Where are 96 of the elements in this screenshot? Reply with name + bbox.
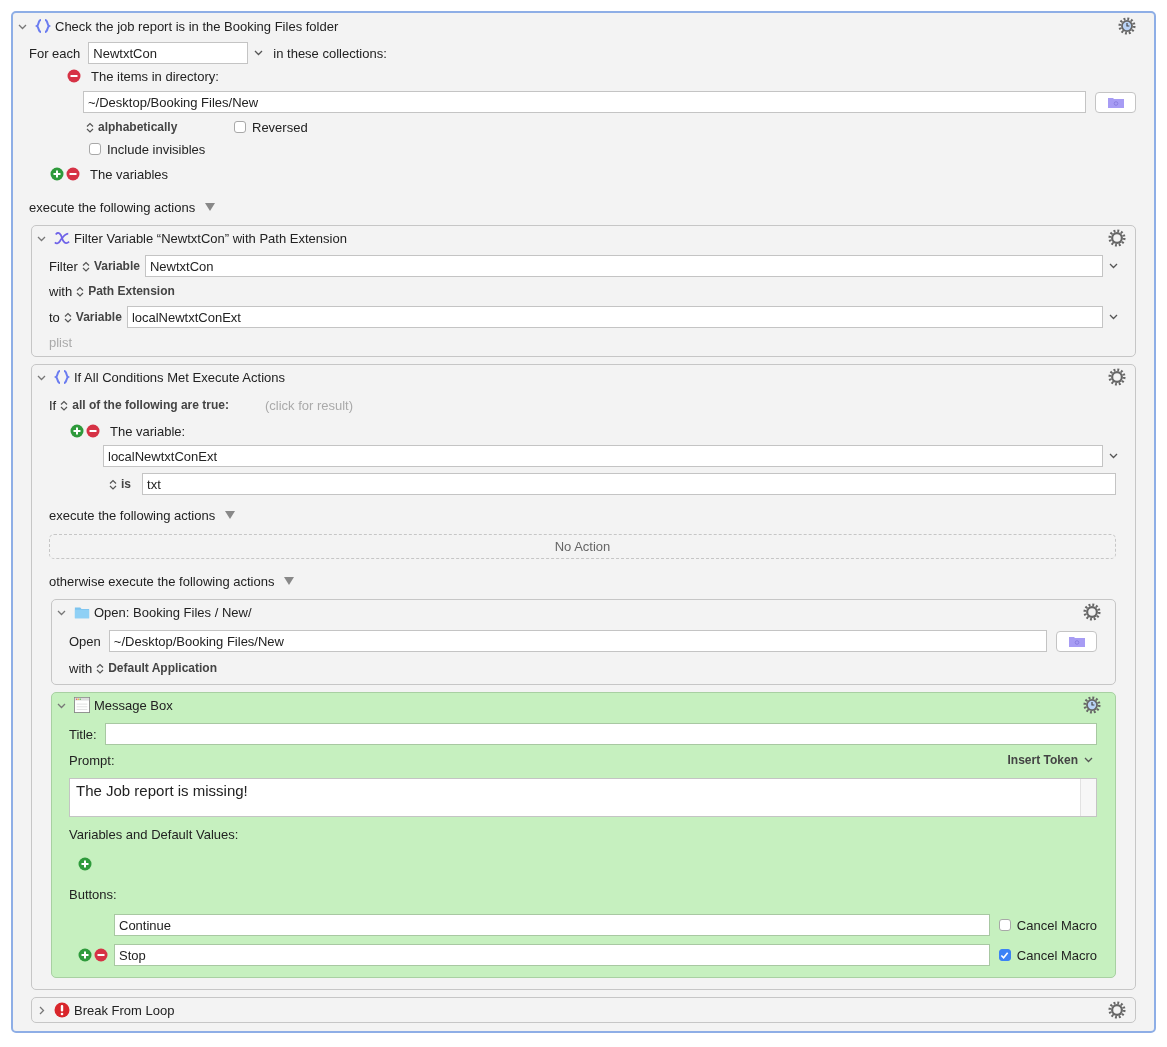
window-icon <box>74 697 90 713</box>
settings-gear-icon[interactable] <box>1108 1001 1126 1019</box>
action-panel[interactable]: Message Box Title: Prompt: Insert Token The Job report is missing! Variables and Default Values: Buttons: Continue Cancel Macro Stop Cancel Macro <box>51 692 1116 978</box>
action-panel[interactable]: Filter Variable “NewtxtCon” with Path Extension Filter Variable NewtxtCon with Path Extension to Variable localNewtxtConExt plist <box>31 225 1136 357</box>
settings-gear-icon[interactable] <box>1108 368 1126 386</box>
add-icon[interactable] <box>70 424 84 438</box>
insert-token-button[interactable]: Insert Token <box>1007 753 1078 767</box>
target-type-popup[interactable]: Variable <box>75 310 122 324</box>
variable-field[interactable]: NewtxtCon <box>144 255 1103 277</box>
field-label: with <box>69 660 93 676</box>
action-panel[interactable]: Open: Booking Files / New/ Open ~/Desktop/Booking Files/New with Default Application <box>51 599 1116 685</box>
stepper-icon[interactable] <box>81 260 90 272</box>
stepper-icon[interactable] <box>86 121 94 133</box>
disclosure-triangle-icon[interactable] <box>284 577 295 585</box>
checkbox-label: Cancel Macro <box>1016 947 1097 963</box>
action-panel[interactable]: Break From Loop <box>31 997 1136 1023</box>
variable-x-icon <box>54 230 70 246</box>
braces-icon <box>54 369 70 385</box>
remove-icon[interactable] <box>67 69 81 83</box>
add-icon[interactable] <box>78 948 92 962</box>
field-label: in these collections: <box>273 45 387 61</box>
path-field[interactable]: ~/Desktop/Booking Files/New <box>83 91 1086 113</box>
add-icon[interactable] <box>78 857 92 871</box>
choose-folder-button[interactable] <box>1056 630 1097 652</box>
checkbox-label: Reversed <box>252 119 308 135</box>
add-icon[interactable] <box>50 167 64 181</box>
operator-popup[interactable]: is <box>121 477 131 491</box>
dropdown-chevron-icon[interactable] <box>1084 757 1093 763</box>
remove-icon[interactable] <box>94 948 108 962</box>
action-title: If All Conditions Met Execute Actions <box>74 369 285 385</box>
timer-gear-icon[interactable] <box>1083 696 1101 714</box>
braces-icon <box>35 18 51 34</box>
field-label: Open <box>69 633 101 649</box>
stepper-icon[interactable] <box>109 478 117 490</box>
disclosure-triangle-icon[interactable] <box>225 511 236 519</box>
button-label-field[interactable]: Continue <box>114 914 990 936</box>
remove-icon[interactable] <box>66 167 80 181</box>
checkbox-label: Cancel Macro <box>1016 917 1097 933</box>
application-popup[interactable]: Default Application <box>108 661 217 675</box>
settings-gear-icon[interactable] <box>1108 229 1126 247</box>
action-title: Filter Variable “NewtxtCon” with Path Extension <box>74 230 347 246</box>
prompt-field[interactable]: The Job report is missing! <box>69 778 1097 817</box>
operation-popup[interactable]: Path Extension <box>88 284 175 298</box>
timer-gear-icon[interactable] <box>1118 17 1136 35</box>
hint-text: plist <box>49 334 73 350</box>
path-field[interactable]: ~/Desktop/Booking Files/New <box>108 630 1047 652</box>
action-title: Message Box <box>94 697 173 713</box>
section-label: Buttons: <box>69 886 117 902</box>
stepper-icon[interactable] <box>76 285 85 297</box>
field-label: Prompt: <box>69 752 115 768</box>
variable-field[interactable]: NewtxtCon <box>88 42 249 64</box>
collection-label: The items in directory: <box>91 68 219 84</box>
stepper-icon[interactable] <box>60 399 69 411</box>
section-label: Variables and Default Values: <box>69 826 239 842</box>
sort-popup[interactable]: alphabetically <box>98 120 234 134</box>
value-field[interactable]: txt <box>142 473 1116 495</box>
stepper-icon[interactable] <box>96 662 105 674</box>
section-label: execute the following actions <box>29 199 196 215</box>
button-label-field[interactable]: Stop <box>114 944 990 966</box>
action-title: Check the job report is in the Booking Files folder <box>55 18 339 34</box>
disclosure-chevron-icon[interactable] <box>37 1005 46 1015</box>
error-icon <box>54 1002 70 1018</box>
settings-gear-icon[interactable] <box>1083 603 1101 621</box>
title-field[interactable] <box>104 723 1097 745</box>
variable-field[interactable]: localNewtxtConExt <box>126 306 1103 328</box>
action-title: Break From Loop <box>74 1002 175 1018</box>
match-popup[interactable]: all of the following are true: <box>72 398 229 412</box>
checkbox[interactable] <box>998 919 1011 931</box>
checkbox[interactable] <box>234 121 246 133</box>
checkbox-label: Include invisibles <box>107 141 206 157</box>
dropdown-chevron-icon[interactable] <box>254 50 264 56</box>
field-label: If <box>49 397 57 413</box>
stepper-icon[interactable] <box>63 311 72 323</box>
remove-icon[interactable] <box>86 424 100 438</box>
dropdown-chevron-icon[interactable] <box>1109 314 1118 320</box>
disclosure-triangle-icon[interactable] <box>205 203 216 211</box>
dropdown-chevron-icon[interactable] <box>1109 263 1118 269</box>
section-label: otherwise execute the following actions <box>49 573 275 589</box>
field-label: For each <box>29 45 81 61</box>
field-label: with <box>49 283 73 299</box>
condition-label: The variable: <box>110 423 186 439</box>
dropdown-chevron-icon[interactable] <box>1109 453 1118 459</box>
variable-field[interactable]: localNewtxtConExt <box>103 445 1103 467</box>
checkbox[interactable] <box>998 949 1011 961</box>
empty-action-area[interactable]: No Action <box>49 534 1116 559</box>
field-label: Title: <box>69 726 97 742</box>
field-label: Filter <box>49 258 78 274</box>
collection-label: The variables <box>90 166 169 182</box>
section-label: execute the following actions <box>49 507 216 523</box>
source-type-popup[interactable]: Variable <box>93 259 140 273</box>
choose-folder-button[interactable] <box>1095 91 1136 113</box>
field-label: to <box>49 309 60 325</box>
action-title: Open: Booking Files / New/ <box>94 604 252 620</box>
folder-icon <box>1107 96 1124 108</box>
checkbox[interactable] <box>89 143 101 155</box>
folder-icon <box>1068 635 1085 647</box>
